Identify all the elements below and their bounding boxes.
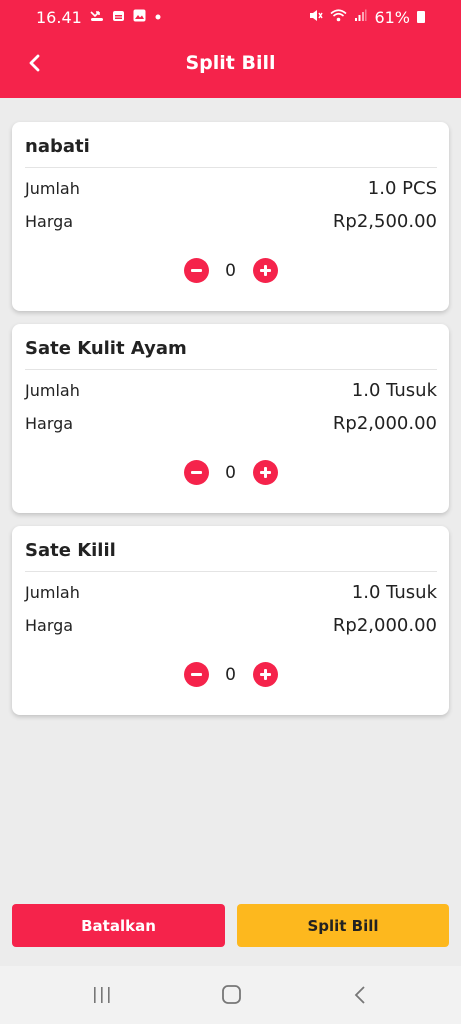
- split-quantity-stepper: 0: [12, 460, 449, 485]
- quantity-row: Jumlah 1.0 PCS: [25, 178, 437, 199]
- price-value: Rp2,500.00: [332, 211, 437, 232]
- calendar-icon: [112, 9, 125, 25]
- recent-apps-icon: [94, 987, 110, 1003]
- divider: [25, 571, 437, 572]
- price-row: Harga Rp2,000.00: [25, 615, 437, 636]
- item-name: nabati: [25, 136, 90, 157]
- split-bill-button[interactable]: Split Bill: [237, 904, 449, 947]
- split-quantity-stepper: 0: [12, 662, 449, 687]
- quantity-row: Jumlah 1.0 Tusuk: [25, 380, 437, 401]
- mute-icon: [309, 9, 324, 25]
- split-quantity-value: 0: [225, 260, 236, 281]
- system-nav-bar: [0, 966, 461, 1024]
- plus-icon: [259, 467, 271, 478]
- bill-item-card: Sate Kulit Ayam Jumlah 1.0 Tusuk Harga R…: [12, 324, 449, 513]
- quantity-row: Jumlah 1.0 Tusuk: [25, 582, 437, 603]
- price-label: Harga: [25, 616, 74, 635]
- decrement-button[interactable]: [183, 460, 209, 485]
- item-name: Sate Kulit Ayam: [25, 338, 187, 359]
- app-bar: Split Bill: [0, 34, 461, 98]
- plus-icon: [259, 669, 271, 680]
- wifi-icon: [330, 9, 347, 25]
- signal-icon: [354, 9, 367, 25]
- dot-icon: [154, 11, 162, 24]
- home-icon: [222, 985, 241, 1004]
- status-time: 16.41: [36, 7, 82, 27]
- cancel-button[interactable]: Batalkan: [12, 904, 225, 947]
- recent-apps-button[interactable]: [88, 984, 116, 1006]
- decrement-button[interactable]: [183, 662, 209, 687]
- status-right: 61%: [309, 8, 425, 27]
- decrement-button[interactable]: [183, 258, 209, 283]
- increment-button[interactable]: [252, 258, 278, 283]
- battery-percent: 61%: [374, 7, 410, 27]
- quantity-value: 1.0 Tusuk: [351, 582, 437, 603]
- price-row: Harga Rp2,000.00: [25, 413, 437, 434]
- page-title: Split Bill: [185, 52, 276, 74]
- back-icon: [354, 986, 365, 1004]
- status-left: 16.41: [36, 8, 162, 27]
- home-button[interactable]: [218, 984, 246, 1006]
- quantity-label: Jumlah: [25, 583, 80, 602]
- increment-button[interactable]: [252, 662, 278, 687]
- quantity-label: Jumlah: [25, 179, 80, 198]
- quantity-value: 1.0 Tusuk: [351, 380, 437, 401]
- minus-icon: [190, 269, 202, 272]
- battery-icon: [417, 11, 425, 23]
- divider: [25, 369, 437, 370]
- bill-item-card: Sate Kilil Jumlah 1.0 Tusuk Harga Rp2,00…: [12, 526, 449, 715]
- minus-icon: [190, 471, 202, 474]
- nav-back-button[interactable]: [346, 984, 374, 1006]
- split-quantity-stepper: 0: [12, 258, 449, 283]
- price-value: Rp2,000.00: [332, 615, 437, 636]
- header: 16.41 61% Split Bill: [0, 0, 461, 98]
- increment-button[interactable]: [252, 460, 278, 485]
- divider: [25, 167, 437, 168]
- price-value: Rp2,000.00: [332, 413, 437, 434]
- split-quantity-value: 0: [225, 664, 236, 685]
- minus-icon: [190, 673, 202, 676]
- plus-icon: [259, 265, 271, 276]
- split-quantity-value: 0: [225, 462, 236, 483]
- price-row: Harga Rp2,500.00: [25, 211, 437, 232]
- bill-item-card: nabati Jumlah 1.0 PCS Harga Rp2,500.00 0: [12, 122, 449, 311]
- status-bar: 16.41 61%: [0, 0, 461, 34]
- price-label: Harga: [25, 414, 74, 433]
- price-label: Harga: [25, 212, 74, 231]
- quantity-value: 1.0 PCS: [367, 178, 437, 199]
- quantity-label: Jumlah: [25, 381, 80, 400]
- missed-call-icon: [90, 10, 104, 25]
- item-name: Sate Kilil: [25, 540, 116, 561]
- gallery-icon: [133, 9, 146, 25]
